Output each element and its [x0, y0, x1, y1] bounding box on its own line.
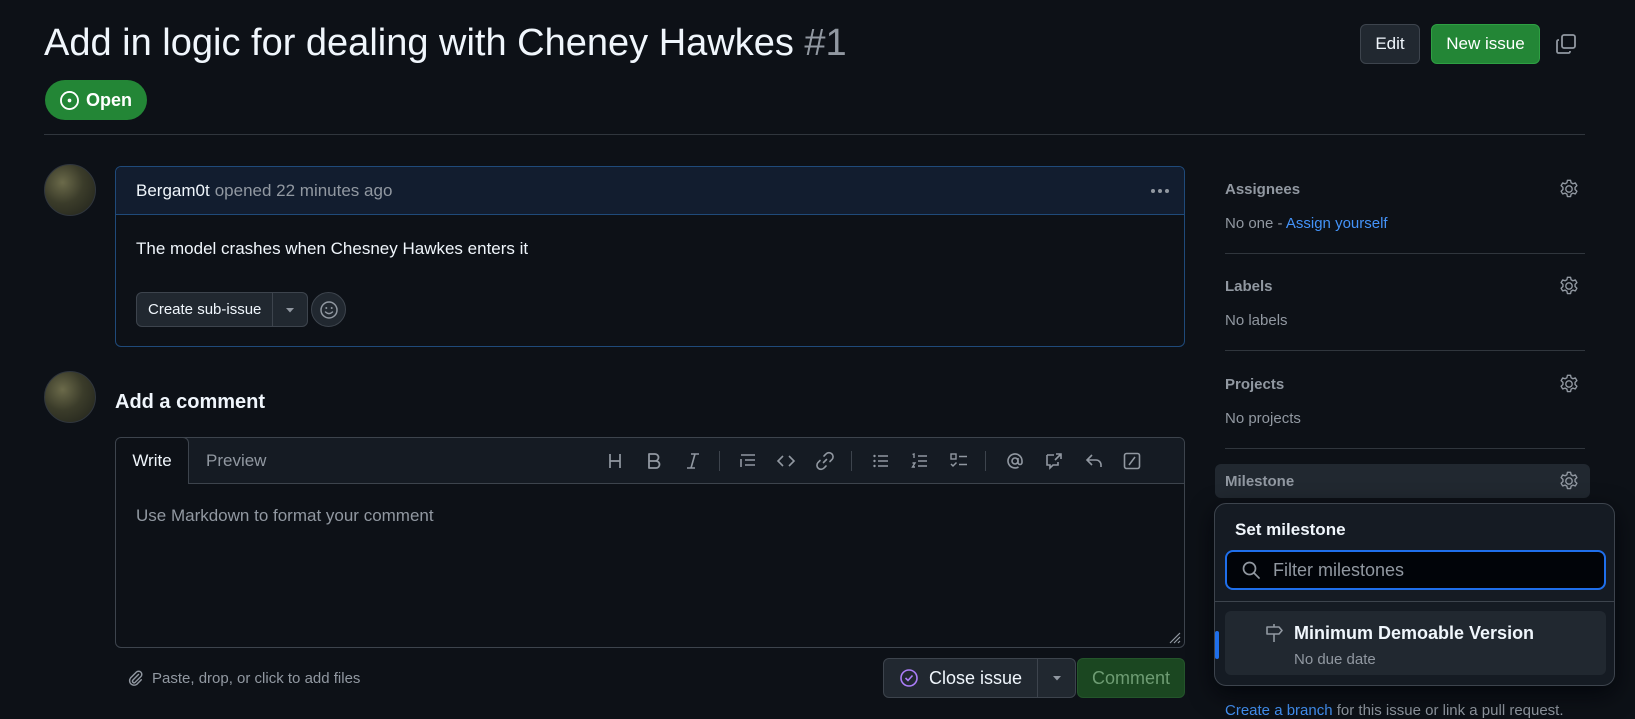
- unordered-list-icon[interactable]: [869, 449, 893, 473]
- paperclip-icon: [128, 670, 143, 686]
- issue-closed-icon: [900, 669, 918, 687]
- issue-state-badge: Open: [45, 80, 148, 120]
- labels-heading: Labels: [1225, 278, 1273, 295]
- create-branch-link[interactable]: Create a branch: [1225, 702, 1333, 719]
- create-subissue-button[interactable]: Create sub-issue: [137, 293, 274, 326]
- comment-editor: Write Preview Use Markdown to format you…: [115, 437, 1185, 648]
- close-issue-button[interactable]: Close issue: [884, 659, 1039, 697]
- search-icon: [1242, 561, 1260, 579]
- labels-gear-icon[interactable]: [1558, 275, 1580, 297]
- toolbar-divider: [851, 451, 852, 471]
- resize-handle-icon[interactable]: [1167, 630, 1181, 644]
- comment-author[interactable]: Bergam0t: [136, 181, 210, 201]
- milestone-option-due: No due date: [1294, 651, 1376, 668]
- assignees-none: No one -: [1225, 215, 1286, 232]
- kebab-menu-icon[interactable]: [1148, 179, 1172, 203]
- issue-state-label: Open: [86, 89, 133, 110]
- set-milestone-popover: Set milestone Minimum Demoable Version N…: [1214, 503, 1615, 686]
- assign-yourself-link[interactable]: Assign yourself: [1286, 215, 1388, 232]
- milestone-option-name: Minimum Demoable Version: [1294, 623, 1535, 643]
- tab-write[interactable]: Write: [116, 438, 189, 484]
- assignees-value: No one - Assign yourself: [1225, 215, 1388, 232]
- current-user-avatar: [44, 371, 96, 423]
- development-footer-text: for this issue or link a pull request.: [1332, 702, 1564, 719]
- assignees-heading: Assignees: [1225, 181, 1301, 198]
- create-subissue-split-button: Create sub-issue: [136, 292, 309, 327]
- close-issue-dropdown[interactable]: [1038, 659, 1075, 697]
- sidebar-divider: [1225, 253, 1585, 254]
- milestone-heading: Milestone: [1225, 473, 1295, 490]
- editor-tabs: Write Preview: [116, 438, 1184, 484]
- link-icon[interactable]: [813, 449, 837, 473]
- projects-gear-icon[interactable]: [1558, 373, 1580, 395]
- create-subissue-dropdown[interactable]: [273, 293, 307, 326]
- toolbar-divider: [719, 451, 720, 471]
- triangle-down-icon: [286, 307, 295, 312]
- filter-milestones-input[interactable]: [1271, 558, 1591, 582]
- development-footer: Create a branch for this issue or link a…: [1225, 702, 1564, 719]
- add-reaction-button[interactable]: [311, 292, 346, 327]
- attach-files[interactable]: Paste, drop, or click to add files: [126, 669, 360, 687]
- sidebar-divider: [1225, 350, 1585, 351]
- issue-title-text: Add in logic for dealing with Cheney Haw…: [44, 22, 794, 64]
- comment-body: The model crashes when Chesney Hawkes en…: [136, 239, 529, 258]
- tab-preview[interactable]: Preview: [206, 438, 266, 484]
- italic-icon[interactable]: [681, 449, 705, 473]
- comment-header: Bergam0t opened 22 minutes ago: [116, 167, 1184, 215]
- copy-icon[interactable]: [1554, 32, 1578, 56]
- toolbar-divider: [985, 451, 986, 471]
- milestone-gear-icon[interactable]: [1558, 470, 1580, 492]
- task-list-icon[interactable]: [947, 449, 971, 473]
- popover-divider: [1215, 601, 1614, 602]
- triangle-down-icon: [1052, 676, 1061, 681]
- issue-opened-icon: [60, 90, 79, 110]
- quote-icon[interactable]: [736, 449, 760, 473]
- projects-value: No projects: [1225, 410, 1301, 427]
- mention-icon[interactable]: [1003, 449, 1027, 473]
- projects-heading: Projects: [1225, 376, 1285, 393]
- comment-textarea-placeholder[interactable]: Use Markdown to format your comment: [136, 506, 434, 526]
- active-item-marker: [1215, 631, 1219, 659]
- milestone-icon: [1266, 624, 1283, 642]
- smiley-icon: [319, 300, 338, 319]
- cross-reference-icon[interactable]: [1042, 449, 1066, 473]
- comment-meta[interactable]: opened 22 minutes ago: [215, 181, 393, 201]
- author-avatar[interactable]: [44, 164, 96, 216]
- reply-icon[interactable]: [1082, 449, 1106, 473]
- add-comment-heading: Add a comment: [115, 391, 266, 413]
- popover-title: Set milestone: [1235, 520, 1346, 539]
- milestone-option[interactable]: Minimum Demoable Version No due date: [1215, 611, 1606, 675]
- issue-number: #1: [804, 22, 847, 64]
- sidebar-divider: [1225, 448, 1585, 449]
- labels-value: No labels: [1225, 312, 1288, 329]
- close-issue-split-button: Close issue: [883, 658, 1077, 698]
- bold-icon[interactable]: [642, 449, 666, 473]
- issue-comment-box: Bergam0t opened 22 minutes ago The model…: [115, 166, 1185, 347]
- assignees-gear-icon[interactable]: [1558, 178, 1580, 200]
- heading-icon[interactable]: [603, 449, 627, 473]
- code-icon[interactable]: [774, 449, 798, 473]
- slash-commands-icon[interactable]: [1120, 449, 1144, 473]
- ordered-list-icon[interactable]: [908, 449, 932, 473]
- header-divider: [44, 134, 1585, 135]
- edit-button[interactable]: Edit: [1360, 24, 1420, 64]
- issue-title: Add in logic for dealing with Cheney Haw…: [44, 22, 847, 65]
- new-issue-button[interactable]: New issue: [1431, 24, 1540, 64]
- filter-milestones-field[interactable]: [1225, 550, 1606, 590]
- comment-button[interactable]: Comment: [1077, 658, 1185, 698]
- attach-files-label: Paste, drop, or click to add files: [152, 669, 361, 687]
- close-issue-label: Close issue: [929, 667, 1023, 688]
